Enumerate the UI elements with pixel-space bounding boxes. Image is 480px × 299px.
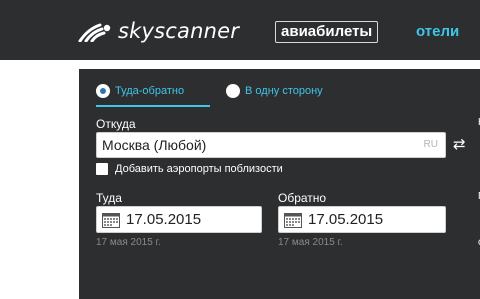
- skyscanner-logo[interactable]: skyscanner: [78, 18, 239, 44]
- swap-arrows-icon[interactable]: ⇄: [453, 136, 466, 154]
- radio-unselected-icon[interactable]: [226, 84, 240, 98]
- selected-option-underline: [96, 105, 210, 107]
- radio-selected-icon[interactable]: [96, 84, 110, 98]
- nearby-airports-label: Добавить аэропорты поблизости: [115, 163, 283, 175]
- round-trip-label: Туда-обратно: [115, 85, 185, 97]
- tab-flights[interactable]: авиабилеты: [275, 21, 379, 43]
- one-way-label: В одну сторону: [245, 85, 323, 97]
- return-date-input[interactable]: 17.05.2015: [278, 206, 446, 233]
- depart-date-input[interactable]: 17.05.2015: [96, 206, 262, 233]
- country-code: RU: [423, 139, 438, 150]
- nearby-airports-checkbox[interactable]: Добавить аэропорты поблизости: [96, 163, 283, 175]
- tab-hotels[interactable]: отели: [416, 21, 459, 43]
- depart-date-value: 17.05.2015: [126, 211, 202, 228]
- flight-search-panel: Туда-обратно В одну сторону Откуда Москв…: [79, 69, 480, 299]
- one-way-option[interactable]: В одну сторону: [226, 84, 323, 98]
- round-trip-option[interactable]: Туда-обратно: [96, 84, 184, 98]
- return-date-hint: 17 мая 2015 г.: [278, 237, 343, 248]
- from-label: Откуда: [96, 117, 136, 131]
- depart-label: Туда: [96, 191, 122, 205]
- calendar-icon: [102, 212, 120, 228]
- from-input[interactable]: Москва (Любой) RU: [96, 132, 446, 158]
- calendar-icon: [284, 212, 302, 228]
- logo-text: skyscanner: [118, 19, 240, 43]
- top-navigation-bar: skyscanner авиабилеты отели: [0, 0, 480, 60]
- return-label: Обратно: [278, 191, 327, 205]
- from-value: Москва (Любой): [102, 137, 207, 153]
- checkbox-icon[interactable]: [96, 163, 108, 175]
- skyscanner-logo-icon: [78, 23, 111, 42]
- return-date-value: 17.05.2015: [308, 211, 384, 228]
- depart-date-hint: 17 мая 2015 г.: [96, 237, 161, 248]
